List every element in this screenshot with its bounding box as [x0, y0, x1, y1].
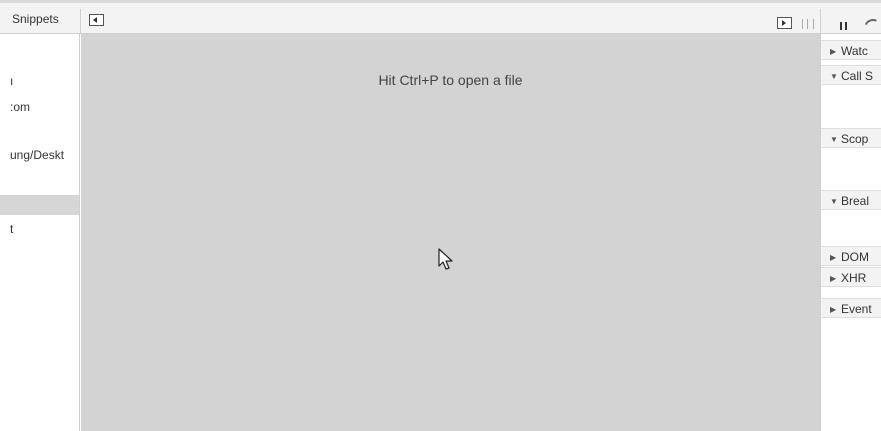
pane-label: DOM	[841, 250, 869, 264]
navigator-item[interactable]: ı	[0, 72, 79, 90]
pane-label: Scop	[841, 132, 869, 146]
pane-scope[interactable]: ▼ Scop	[821, 128, 881, 148]
file-navigator: ı :om ung/Deskt t	[0, 34, 80, 431]
pane-label: XHR	[841, 271, 867, 285]
editor-placeholder[interactable]: Hit Ctrl+P to open a file	[81, 34, 820, 431]
pane-breakpoints[interactable]: ▼ Breal	[821, 190, 881, 210]
toggle-debugger-sidebar-icon[interactable]	[777, 17, 792, 29]
pane-label: Watc	[841, 44, 868, 58]
expand-arrow-icon: ▶	[830, 274, 837, 283]
open-file-hint: Hit Ctrl+P to open a file	[378, 72, 523, 88]
pane-label: Breal	[841, 194, 870, 208]
pane-event-listener-breakpoints[interactable]: ▶ Event	[821, 298, 881, 318]
collapse-arrow-icon: ▼	[830, 72, 838, 81]
mouse-cursor-icon	[438, 248, 453, 270]
navigator-item[interactable]: ung/Deskt	[0, 146, 79, 164]
expand-arrow-icon: ▶	[830, 305, 837, 314]
pane-label: Call S	[841, 69, 874, 83]
debugger-sidebar: ▶ Watc ▼ Call S ▼ Scop ▼ Breal ▶ DOM ▶ XHR ▶ Ev…	[820, 34, 881, 431]
resize-grip-icon[interactable]	[802, 19, 814, 29]
navigator-item-selected[interactable]	[0, 195, 79, 215]
navigator-item[interactable]: t	[0, 220, 79, 238]
pause-icon[interactable]	[840, 22, 847, 30]
expand-arrow-icon: ▶	[830, 47, 837, 56]
pane-xhr-breakpoints[interactable]: ▶ XHR	[821, 267, 881, 287]
toolbar-divider	[820, 9, 821, 33]
collapse-arrow-icon: ▼	[830, 197, 838, 206]
pane-label: Event	[841, 302, 872, 316]
collapse-arrow-icon: ▼	[830, 135, 838, 144]
pane-call-stack[interactable]: ▼ Call S	[821, 65, 881, 85]
sources-toolbar: Snippets	[0, 0, 881, 40]
pane-dom-breakpoints[interactable]: ▶ DOM	[821, 246, 881, 266]
navigator-item[interactable]: :om	[0, 98, 79, 116]
toolbar-divider	[80, 9, 81, 33]
tab-snippets[interactable]: Snippets	[12, 12, 59, 26]
pane-watch[interactable]: ▶ Watc	[821, 40, 881, 60]
toggle-navigator-icon[interactable]	[89, 14, 104, 26]
expand-arrow-icon: ▶	[830, 253, 837, 262]
